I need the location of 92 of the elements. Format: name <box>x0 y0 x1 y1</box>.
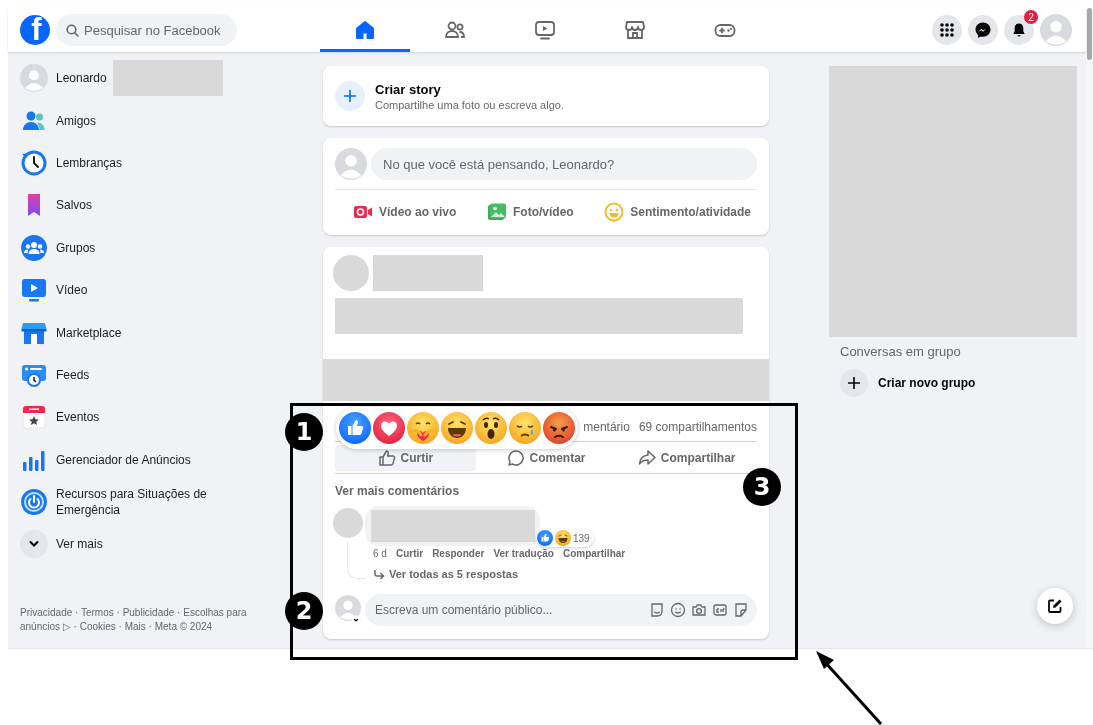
camera-icon <box>691 602 707 618</box>
speech-bubble-icon <box>506 449 525 467</box>
haha-reaction-icon <box>555 530 571 546</box>
author-avatar <box>333 255 369 291</box>
commenter-avatar <box>333 508 363 538</box>
wow-reaction-icon <box>475 412 507 444</box>
sidebar-item[interactable]: Salvos <box>20 184 93 227</box>
sidebar-item[interactable]: Grupos <box>20 226 96 269</box>
calendar-icon <box>20 403 48 432</box>
messenger-icon <box>974 21 992 39</box>
composer-action[interactable]: Sentimento/atividade <box>604 197 751 227</box>
share-arrow-icon <box>637 449 656 467</box>
care-reaction-icon <box>407 412 439 444</box>
store-icon <box>623 18 647 42</box>
sad-reaction-icon <box>509 412 541 444</box>
compose-icon <box>1047 598 1063 614</box>
sidebar-item[interactable]: Feeds <box>20 353 90 397</box>
comment-tool[interactable] <box>649 602 665 618</box>
angry-reaction-icon <box>543 412 575 444</box>
reaction-button[interactable] <box>543 412 575 444</box>
footer-links: Privacidade · Termos · Publicidade · Escolhas para anúncios ▷ · Cookies · Mais · Meta © 2024 <box>20 605 248 634</box>
power-icon <box>20 488 48 517</box>
composer-action[interactable]: Vídeo ao vivo <box>353 197 457 227</box>
reaction-button[interactable] <box>475 412 507 444</box>
thumbs-up-icon <box>377 449 396 467</box>
haha-reaction-icon <box>441 412 473 444</box>
groups-icon <box>20 233 48 262</box>
comment-action[interactable]: Curtir <box>395 548 424 559</box>
notification-badge: 2 <box>1024 10 1038 24</box>
comment-count[interactable]: mentário <box>583 420 630 434</box>
thread-line <box>347 542 366 579</box>
grid-icon <box>939 22 955 38</box>
sticker-face-icon <box>649 602 665 618</box>
avatar-icon <box>1040 14 1072 46</box>
create-story-card[interactable]: Criar story Compartilhe uma foto ou escreva algo. <box>323 66 769 126</box>
search-field[interactable]: Pesquisar no Facebook <box>56 14 237 46</box>
menu-button[interactable] <box>932 15 962 45</box>
sidebar-item[interactable]: Amigos <box>20 99 96 142</box>
comment-tool[interactable] <box>712 602 728 618</box>
profile-link[interactable]: Leonardo <box>20 57 223 100</box>
story-title: Criar story <box>375 80 442 98</box>
comment-tool[interactable] <box>670 602 686 618</box>
emoji-icon <box>670 602 686 618</box>
facebook-logo[interactable]: f <box>20 15 50 45</box>
notifications-button[interactable] <box>1004 15 1034 45</box>
smiley-icon <box>604 202 625 222</box>
share-count[interactable]: 69 compartilhamentos <box>638 420 757 434</box>
comment-action[interactable]: Ver tradução <box>493 548 554 559</box>
create-group-button[interactable]: Criar novo grupo <box>840 369 976 397</box>
comment-input[interactable]: Escreva um comentário público... <box>365 594 757 626</box>
bell-icon <box>1011 22 1027 38</box>
like-reaction-icon <box>339 412 371 444</box>
section-title: Conversas em grupo <box>840 344 962 359</box>
gif-icon <box>712 602 728 618</box>
status-input[interactable]: No que você está pensando, Leonardo? <box>371 148 757 180</box>
love-reaction-icon <box>373 412 405 444</box>
sidebar-item[interactable]: Lembranças <box>20 141 123 185</box>
search-icon <box>66 24 79 37</box>
avatar-icon <box>20 64 48 93</box>
post-action[interactable]: Comentar <box>475 445 617 471</box>
more-comments-link[interactable]: Ver mais comentários <box>335 484 460 498</box>
sidebar-item[interactable]: Eventos <box>20 396 100 439</box>
photo-icon <box>487 202 507 222</box>
story-subtitle: Compartilhe uma foto ou escreva algo. <box>375 97 564 112</box>
view-replies-link[interactable]: Ver todas as 5 respostas <box>373 568 518 580</box>
comment-time: 6 d <box>373 548 387 559</box>
post-action[interactable]: Compartilhar <box>616 445 757 471</box>
see-more-button[interactable]: Ver mais <box>20 523 103 566</box>
comment-action[interactable]: Responder <box>432 548 485 559</box>
comment-tool[interactable] <box>733 602 749 618</box>
avatar-icon <box>335 148 367 180</box>
plus-icon <box>343 89 357 103</box>
new-message-button[interactable] <box>1037 588 1073 624</box>
video-icon <box>20 276 48 305</box>
clock-icon <box>20 148 48 177</box>
messenger-button[interactable] <box>968 15 998 45</box>
avatar-icon <box>335 595 361 625</box>
composer-action[interactable]: Foto/vídeo <box>487 197 574 227</box>
sidebar-item[interactable]: Vídeo <box>20 268 88 312</box>
sidebar-item[interactable]: Gerenciador de Anúncios <box>20 438 191 481</box>
home-icon <box>353 18 377 42</box>
reaction-button[interactable] <box>441 412 473 444</box>
reply-arrow-icon <box>373 568 385 580</box>
scrollbar-thumb[interactable] <box>1087 8 1092 60</box>
reaction-count: 139 <box>573 532 590 544</box>
sidebar-item[interactable]: Recursos para Situações de Emergência <box>20 480 226 524</box>
sticker-icon <box>733 602 749 618</box>
comment-tool[interactable] <box>691 602 707 618</box>
plus-icon <box>848 377 860 389</box>
video-icon <box>533 18 557 42</box>
comment-action[interactable]: Compartilhar <box>562 548 626 559</box>
sidebar-item[interactable]: Marketplace <box>20 311 122 354</box>
